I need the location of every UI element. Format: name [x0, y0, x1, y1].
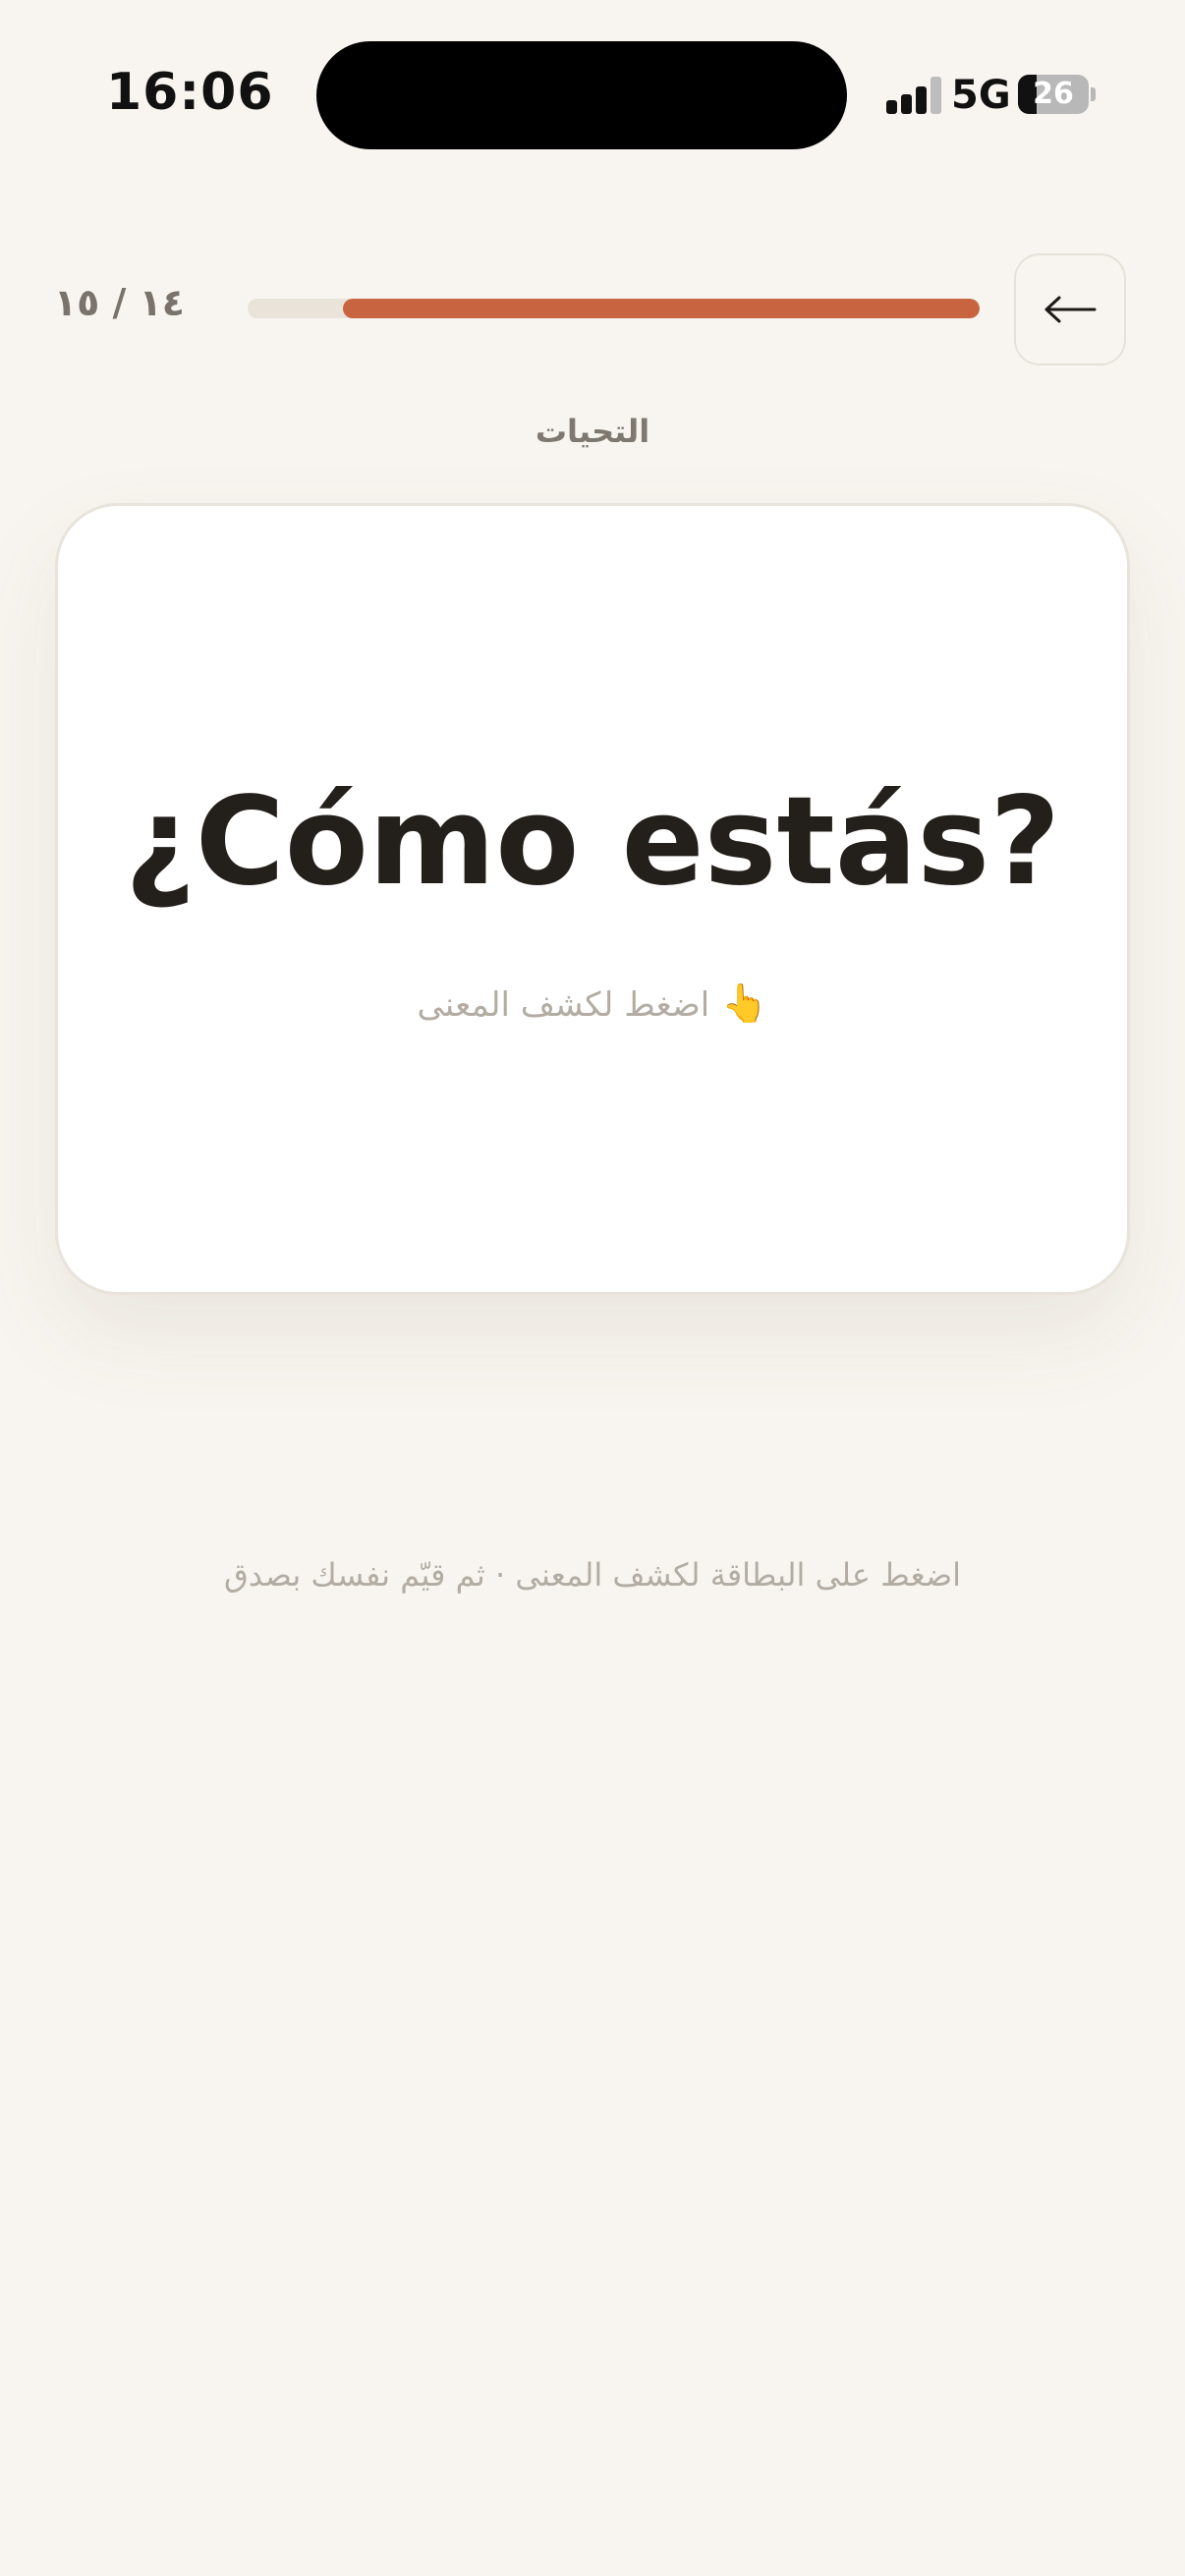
bottom-instruction: اضغط على البطاقة لكشف المعنى · ثم قيّم ن…: [223, 1556, 962, 1594]
card-hint: 👆 اضغط لكشف المعنى: [58, 981, 1127, 1026]
category-label: التحيات: [535, 413, 650, 450]
flashcard-screen: 16:06 5G 26 ١٤ / ١٥ التحيات ¿Cómo estás?…: [0, 0, 1185, 2576]
arrow-left-icon: [1044, 296, 1097, 323]
pointing-hand-icon: 👆: [721, 981, 768, 1025]
flashcard[interactable]: ¿Cómo estás? 👆 اضغط لكشف المعنى: [55, 503, 1130, 1295]
progress-count: ١٤ / ١٥: [53, 281, 185, 324]
progress-bar: [248, 299, 980, 318]
status-bar: 16:06 5G 26: [0, 0, 1185, 187]
battery-level: 26: [1033, 77, 1074, 111]
battery-nub: [1091, 87, 1096, 101]
card-word: ¿Cómo estás?: [124, 771, 1061, 913]
status-time: 16:06: [106, 63, 274, 122]
network-type: 5G: [951, 73, 1011, 118]
dynamic-island: [316, 41, 847, 149]
card-hint-text: اضغط لكشف المعنى: [417, 985, 710, 1025]
cellular-signal-icon: [886, 77, 941, 114]
back-button[interactable]: [1014, 253, 1126, 365]
battery-icon: 26: [1018, 75, 1089, 114]
progress-fill: [342, 299, 980, 318]
